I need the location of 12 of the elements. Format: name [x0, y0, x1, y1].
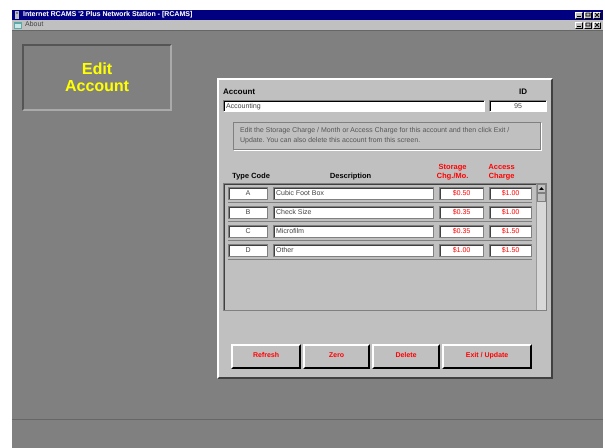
close-button[interactable] [593, 22, 601, 28]
close-icon [594, 22, 600, 28]
page-heading: Edit Account [22, 44, 172, 111]
scrollbar[interactable] [536, 184, 546, 310]
minimize-button[interactable] [575, 12, 583, 18]
document-icon [14, 22, 22, 28]
field-label: ID [519, 86, 527, 98]
scroll-up-icon[interactable] [537, 184, 546, 202]
close-icon [594, 12, 600, 18]
close-button[interactable] [593, 12, 601, 18]
minimize-button[interactable] [575, 22, 583, 28]
field-label: Account [223, 86, 256, 98]
